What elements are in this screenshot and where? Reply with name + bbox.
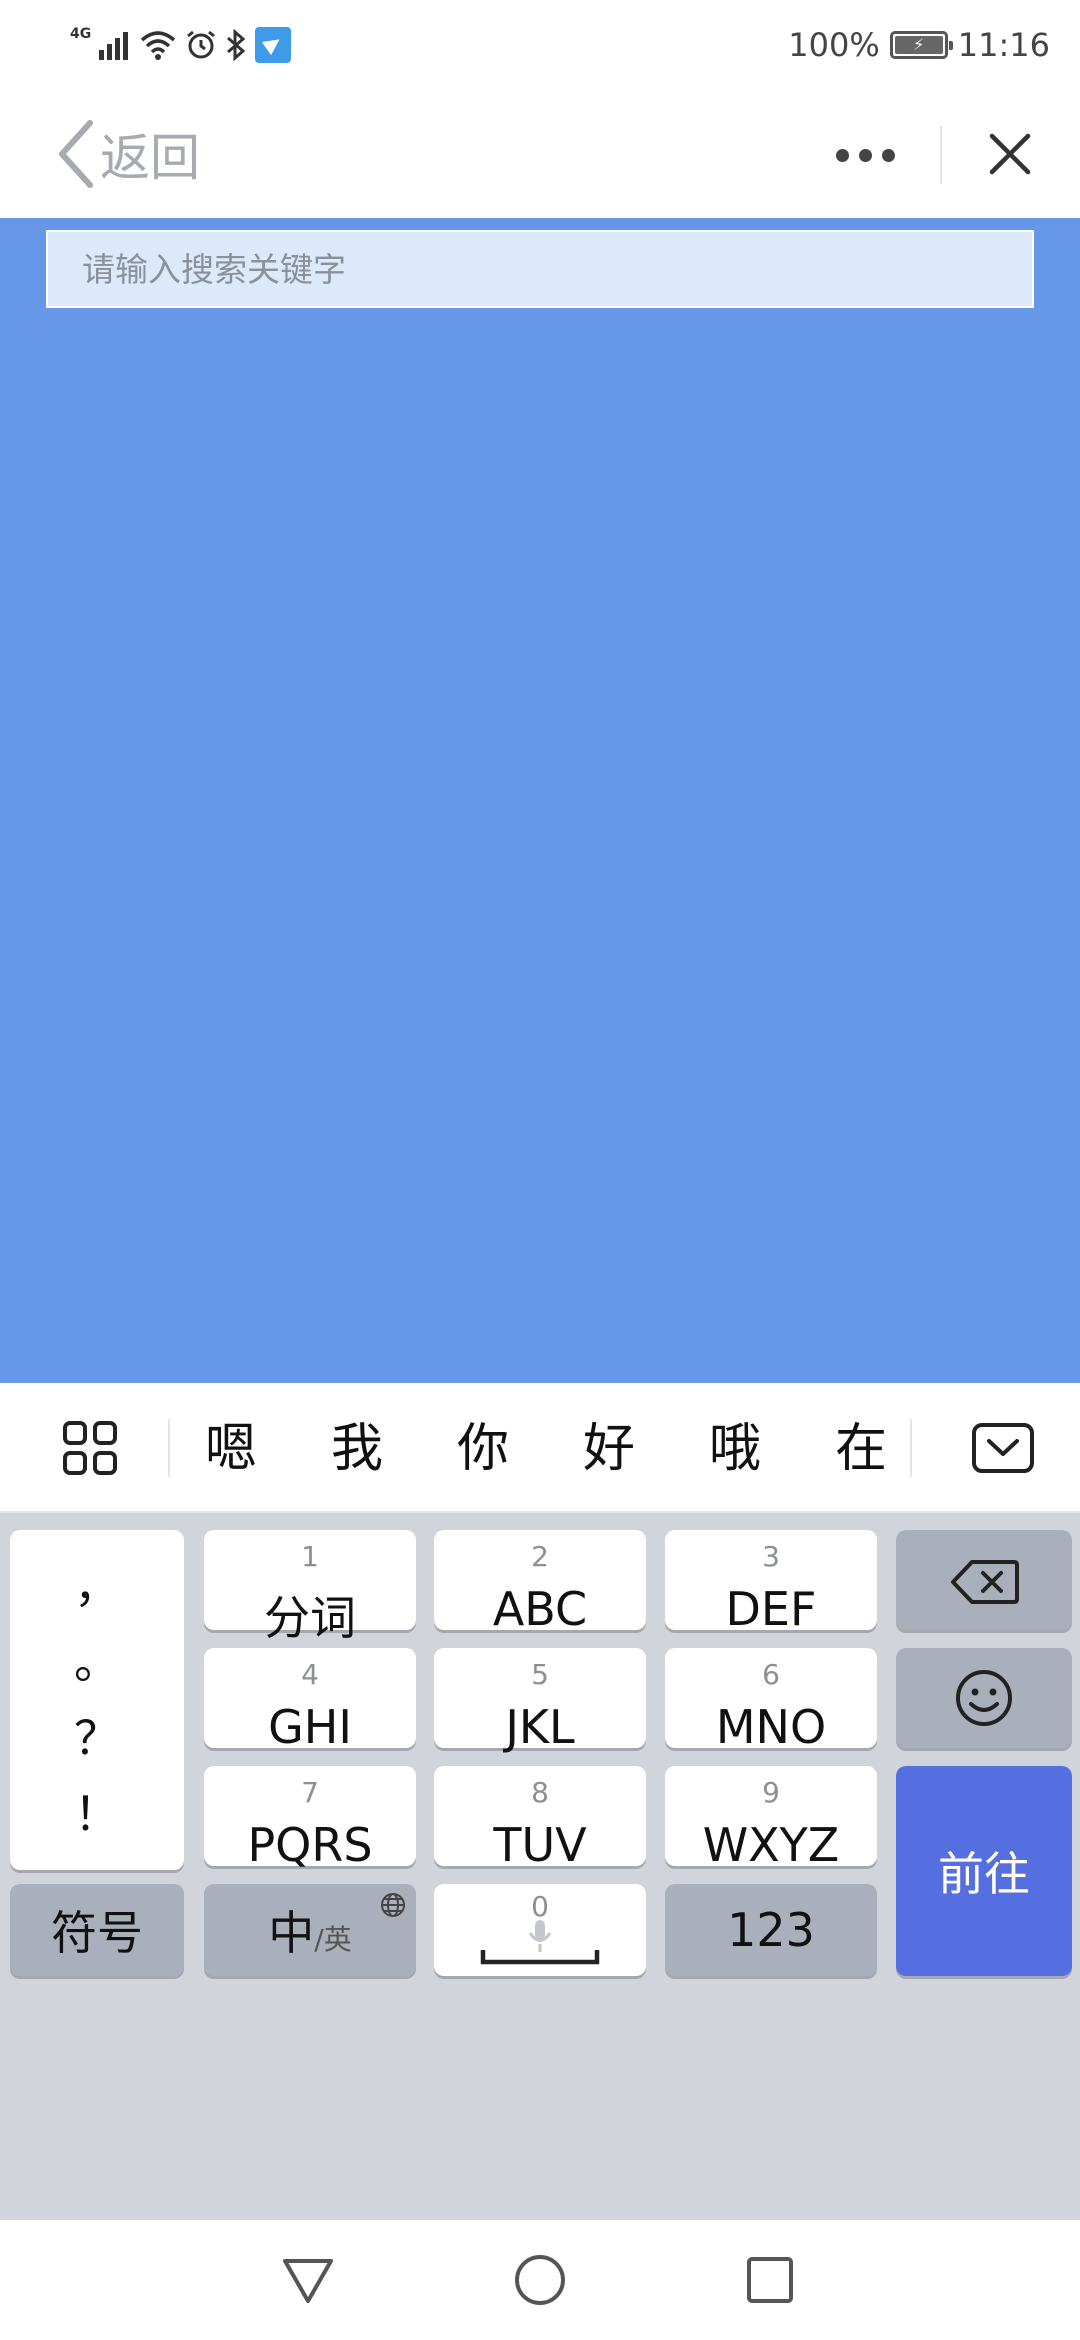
numeric-label: 123 bbox=[727, 1903, 815, 1957]
hide-keyboard-button[interactable] bbox=[960, 1411, 1046, 1485]
numeric-key[interactable]: 123 bbox=[665, 1884, 877, 1976]
close-button[interactable] bbox=[970, 116, 1050, 192]
key-label: WXYZ bbox=[702, 1818, 840, 1872]
app-notification-icon bbox=[255, 27, 292, 63]
search-input[interactable] bbox=[82, 249, 1032, 289]
language-switch-key[interactable]: 中/英 bbox=[204, 1884, 416, 1976]
chevron-left-icon bbox=[59, 120, 93, 188]
candidate-divider bbox=[168, 1419, 170, 1477]
system-recents-button[interactable] bbox=[740, 2250, 800, 2310]
battery-icon: ⚡ bbox=[889, 31, 953, 59]
nav-divider bbox=[940, 126, 942, 184]
key-7[interactable]: 7 PQRS bbox=[204, 1766, 416, 1872]
go-button[interactable]: 前往 bbox=[896, 1766, 1072, 1976]
key-number: 2 bbox=[531, 1540, 549, 1573]
network-type-label: 4G bbox=[70, 26, 92, 42]
system-home-button[interactable] bbox=[510, 2250, 570, 2310]
alarm-icon bbox=[187, 30, 216, 59]
punctuation-key[interactable]: ， 。 ？ ！ bbox=[10, 1530, 184, 1870]
status-icons-left: 4G bbox=[70, 22, 292, 68]
key-label: MNO bbox=[715, 1700, 827, 1754]
key-2[interactable]: 2 ABC bbox=[434, 1530, 646, 1636]
candidate-word[interactable]: 你 bbox=[438, 1409, 528, 1489]
candidate-word[interactable]: 在 bbox=[816, 1409, 906, 1489]
candidate-word[interactable]: 我 bbox=[312, 1409, 402, 1489]
more-dot bbox=[835, 148, 849, 162]
candidate-word[interactable]: 嗯 bbox=[186, 1409, 276, 1489]
language-main: 中 bbox=[268, 1906, 315, 1960]
symbol-key[interactable]: 符号 bbox=[10, 1884, 184, 1976]
emoji-icon bbox=[956, 1670, 1012, 1726]
system-navigation-bar bbox=[0, 2220, 1080, 2340]
charging-icon: ⚡ bbox=[913, 35, 925, 54]
triangle-back-icon bbox=[283, 2259, 333, 2303]
key-label: ABC bbox=[492, 1582, 588, 1636]
space-bar-icon bbox=[480, 1950, 600, 1965]
key-label: PQRS bbox=[247, 1818, 373, 1872]
back-label: 返回 bbox=[100, 129, 200, 187]
go-label: 前往 bbox=[938, 1847, 1030, 1901]
status-bar: 4G 100% ⚡ 11:16 bbox=[0, 0, 1080, 90]
punctuation-question: ？ bbox=[74, 1711, 120, 1765]
wifi-icon bbox=[141, 31, 176, 60]
grid-icon bbox=[63, 1421, 117, 1475]
more-dot bbox=[858, 148, 872, 162]
search-box[interactable] bbox=[46, 230, 1034, 308]
system-back-button[interactable] bbox=[278, 2250, 338, 2310]
key-label: JKL bbox=[505, 1700, 575, 1754]
key-number: 1 bbox=[301, 1540, 319, 1573]
key-label: GHI bbox=[268, 1700, 352, 1754]
punctuation-comma: ， bbox=[74, 1559, 120, 1613]
more-dot bbox=[881, 148, 895, 162]
language-label: 中/英 bbox=[204, 1897, 416, 1963]
key-9[interactable]: 9 WXYZ bbox=[665, 1766, 877, 1872]
status-icons-right: 100% ⚡ 11:16 bbox=[788, 22, 1050, 68]
candidate-word[interactable]: 好 bbox=[564, 1409, 654, 1489]
more-options-button[interactable] bbox=[820, 120, 910, 190]
key-label: TUV bbox=[493, 1818, 587, 1872]
key-3[interactable]: 3 DEF bbox=[665, 1530, 877, 1636]
ime-keyboard: ， 。 ？ ！ 1 分词 2 ABC 3 DEF 4 GHI 5 JKL 6 M… bbox=[0, 1513, 1080, 2220]
back-button[interactable]: 返回 bbox=[56, 116, 200, 192]
punctuation-exclamation: ！ bbox=[74, 1787, 120, 1841]
page-content bbox=[0, 218, 1080, 1383]
key-number: 5 bbox=[531, 1658, 549, 1691]
collapse-keyboard-icon bbox=[972, 1423, 1034, 1473]
signal-icon bbox=[99, 32, 129, 60]
ime-candidate-bar: 嗯 我 你 好 哦 在 bbox=[0, 1383, 1080, 1513]
ime-menu-button[interactable] bbox=[50, 1413, 130, 1483]
language-sub: /英 bbox=[314, 1923, 352, 1956]
key-5[interactable]: 5 JKL bbox=[434, 1648, 646, 1754]
key-label: DEF bbox=[725, 1582, 817, 1636]
key-label: 分词 bbox=[264, 1591, 356, 1645]
key-number: 8 bbox=[531, 1776, 549, 1809]
nav-bar: 返回 bbox=[0, 90, 1080, 218]
key-number: 9 bbox=[762, 1776, 780, 1809]
delete-key[interactable] bbox=[896, 1530, 1072, 1630]
key-8[interactable]: 8 TUV bbox=[434, 1766, 646, 1872]
key-number: 7 bbox=[301, 1776, 319, 1809]
bluetooth-icon bbox=[227, 29, 246, 61]
emoji-key[interactable] bbox=[896, 1648, 1072, 1748]
space-key[interactable]: 0 bbox=[434, 1884, 646, 1976]
key-1[interactable]: 1 分词 bbox=[204, 1530, 416, 1645]
square-recents-icon bbox=[747, 2257, 793, 2303]
clock: 11:16 bbox=[957, 26, 1050, 64]
key-4[interactable]: 4 GHI bbox=[204, 1648, 416, 1754]
key-number: 4 bbox=[301, 1658, 319, 1691]
key-6[interactable]: 6 MNO bbox=[665, 1648, 877, 1754]
candidate-word[interactable]: 哦 bbox=[690, 1409, 780, 1489]
key-number: 3 bbox=[762, 1540, 780, 1573]
circle-home-icon bbox=[515, 2255, 565, 2305]
backspace-icon bbox=[951, 1560, 1019, 1604]
key-number: 6 bbox=[762, 1658, 780, 1691]
close-icon bbox=[989, 133, 1031, 175]
symbol-label: 符号 bbox=[51, 1906, 143, 1960]
candidate-divider bbox=[910, 1419, 912, 1477]
punctuation-period: 。 bbox=[74, 1635, 120, 1689]
battery-percent: 100% bbox=[788, 26, 880, 64]
